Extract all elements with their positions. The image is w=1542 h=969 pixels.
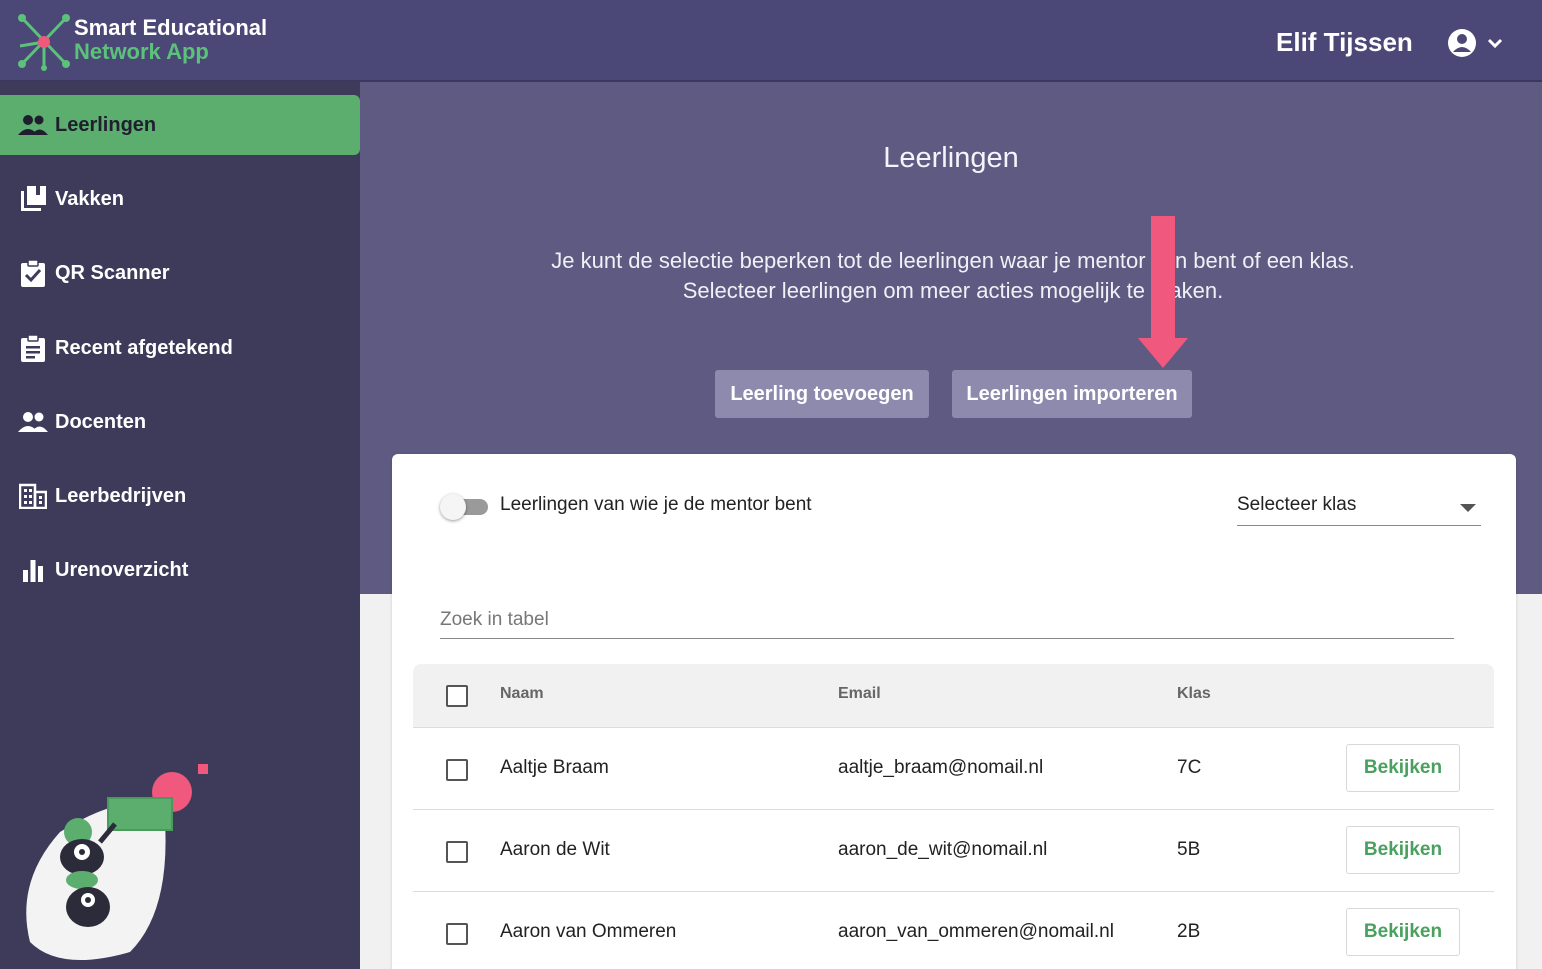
sidebar-item-label: Docenten bbox=[55, 410, 147, 433]
view-student-button[interactable]: Bekijken bbox=[1346, 744, 1460, 792]
student-email: aaron_de_wit@nomail.nl bbox=[838, 839, 1048, 860]
table-row: Aaron de Wit aaron_de_wit@nomail.nl 5B B… bbox=[413, 810, 1494, 892]
table-row: Aaltje Braam aaltje_braam@nomail.nl 7C B… bbox=[413, 728, 1494, 810]
column-header-email[interactable]: Email bbox=[838, 685, 881, 703]
row-checkbox[interactable] bbox=[446, 841, 468, 863]
column-header-name[interactable]: Naam bbox=[500, 685, 544, 703]
student-name: Aaron de Wit bbox=[500, 839, 610, 860]
class-select[interactable]: Selecteer klas bbox=[1237, 494, 1481, 526]
students-card: Leerlingen van wie je de mentor bent Sel… bbox=[392, 454, 1516, 969]
clipboard-list-icon bbox=[18, 333, 48, 363]
student-class: 2B bbox=[1177, 921, 1201, 942]
account-circle-icon bbox=[1448, 29, 1476, 57]
row-checkbox[interactable] bbox=[446, 759, 468, 781]
annotation-arrow-icon bbox=[1138, 216, 1188, 368]
app-name-line2: Network App bbox=[74, 39, 209, 64]
sidebar-item-leerlingen[interactable]: Leerlingen bbox=[0, 95, 360, 155]
table-row: Aaron van Ommeren aaron_van_ommeren@noma… bbox=[413, 892, 1494, 969]
account-menu-button[interactable] bbox=[1446, 27, 1506, 59]
people-icon bbox=[18, 407, 48, 437]
select-all-checkbox[interactable] bbox=[446, 685, 468, 707]
library-books-icon bbox=[18, 184, 48, 214]
mentor-toggle[interactable] bbox=[440, 494, 492, 520]
toggle-knob bbox=[440, 494, 466, 520]
table-search-input[interactable]: Zoek in tabel bbox=[440, 609, 1454, 639]
dropdown-arrow-icon bbox=[1460, 504, 1476, 512]
description-line2: Selecteer leerlingen om meer acties moge… bbox=[682, 278, 1224, 303]
students-table: Naam Email Klas Aaltje Braam aaltje_braa… bbox=[413, 664, 1494, 969]
view-student-button[interactable]: Bekijken bbox=[1346, 908, 1460, 956]
sidebar-item-label: QR Scanner bbox=[55, 261, 170, 284]
import-students-button[interactable]: Leerlingen importeren bbox=[952, 370, 1192, 418]
sidebar-item-vakken[interactable]: Vakken bbox=[0, 169, 360, 229]
sidebar-item-label: Leerlingen bbox=[55, 113, 157, 136]
user-name: Elif Tijssen bbox=[1276, 27, 1413, 57]
student-class: 5B bbox=[1177, 839, 1201, 860]
student-name: Aaron van Ommeren bbox=[500, 921, 677, 942]
student-email: aaron_van_ommeren@nomail.nl bbox=[838, 921, 1114, 942]
app-name-line1: Smart Educational bbox=[74, 15, 268, 40]
table-header: Naam Email Klas bbox=[413, 664, 1494, 728]
sidebar-item-label: Vakken bbox=[55, 187, 124, 210]
view-student-button[interactable]: Bekijken bbox=[1346, 826, 1460, 874]
student-name: Aaltje Braam bbox=[500, 757, 609, 778]
clipboard-check-icon bbox=[18, 258, 48, 288]
student-email: aaltje_braam@nomail.nl bbox=[838, 757, 1044, 778]
column-header-class[interactable]: Klas bbox=[1177, 685, 1211, 703]
add-student-button[interactable]: Leerling toevoegen bbox=[715, 370, 929, 418]
people-icon bbox=[18, 110, 48, 140]
mascot-illustration bbox=[26, 764, 208, 960]
top-bar: Smart Educational Network App Elif Tijss… bbox=[0, 0, 1542, 82]
mentor-toggle-label: Leerlingen van wie je de mentor bent bbox=[500, 494, 812, 515]
sidebar-item-label: Urenoverzicht bbox=[55, 558, 189, 581]
sidebar-item-label: Leerbedrijven bbox=[55, 484, 187, 507]
sidebar-item-qr-scanner[interactable]: QR Scanner bbox=[0, 243, 360, 303]
building-icon bbox=[18, 481, 48, 511]
bar-chart-icon bbox=[18, 555, 48, 585]
sidebar-item-recent-afgetekend[interactable]: Recent afgetekend bbox=[0, 318, 360, 378]
sidebar-item-leerbedrijven[interactable]: Leerbedrijven bbox=[0, 466, 360, 526]
app-name: Smart Educational Network App bbox=[74, 16, 267, 64]
sidebar-item-docenten[interactable]: Docenten bbox=[0, 392, 360, 452]
description-line1: Je kunt de selectie beperken tot de leer… bbox=[551, 248, 1355, 273]
search-placeholder: Zoek in tabel bbox=[440, 609, 549, 630]
class-select-placeholder: Selecteer klas bbox=[1237, 494, 1357, 515]
student-class: 7C bbox=[1177, 757, 1202, 778]
network-logo-icon bbox=[18, 14, 70, 71]
page-title: Leerlingen bbox=[883, 142, 1019, 174]
sidebar-item-label: Recent afgetekend bbox=[55, 336, 233, 359]
page-description: Je kunt de selectie beperken tot de leer… bbox=[360, 246, 1542, 306]
chevron-down-icon bbox=[1487, 38, 1503, 49]
row-checkbox[interactable] bbox=[446, 923, 468, 945]
sidebar: Leerlingen Vakken QR Scanner Recent afge… bbox=[0, 82, 360, 969]
sidebar-item-urenoverzicht[interactable]: Urenoverzicht bbox=[0, 540, 360, 600]
